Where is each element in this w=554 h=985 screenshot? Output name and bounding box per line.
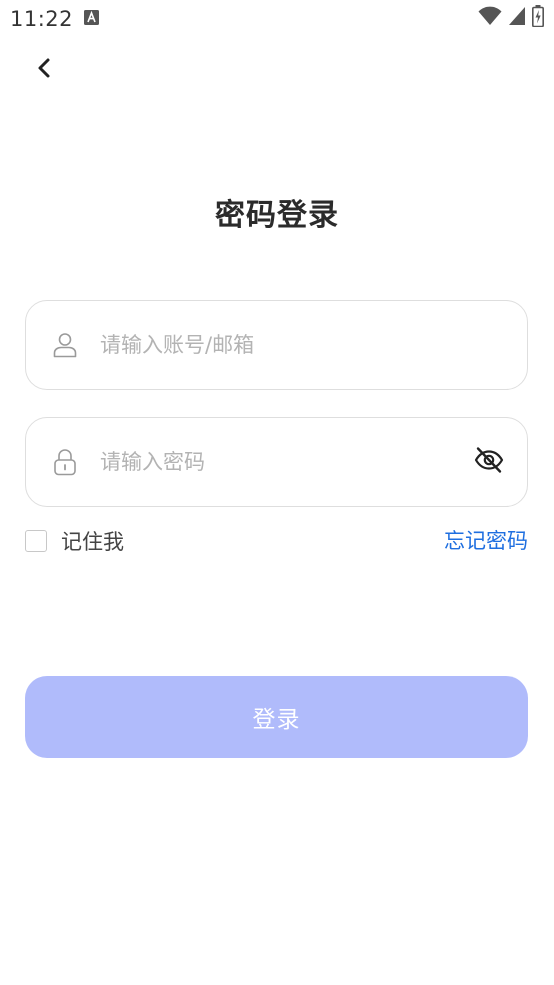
a-notification-icon <box>84 10 99 25</box>
remember-me-checkbox[interactable] <box>25 530 47 552</box>
eye-off-icon <box>474 446 504 478</box>
account-field[interactable] <box>25 300 528 390</box>
login-button[interactable]: 登录 <box>25 676 528 758</box>
chevron-left-icon <box>36 57 52 83</box>
forgot-password-link[interactable]: 忘记密码 <box>444 526 528 556</box>
status-icons <box>478 5 544 31</box>
remember-me-label: 记住我 <box>61 530 124 554</box>
page-title: 密码登录 <box>215 198 339 233</box>
login-options-row: 记住我 忘记密码 <box>25 526 528 556</box>
wifi-icon <box>478 6 502 30</box>
signal-icon <box>508 6 526 30</box>
remember-me-option[interactable]: 记住我 <box>25 526 124 556</box>
password-visibility-toggle[interactable] <box>473 446 505 478</box>
password-field[interactable] <box>25 417 528 507</box>
status-time: 11:22 <box>10 7 74 31</box>
account-input[interactable] <box>100 325 457 365</box>
battery-charging-icon <box>532 5 544 31</box>
user-icon <box>52 331 78 359</box>
back-button[interactable] <box>28 54 60 86</box>
password-input[interactable] <box>100 442 457 482</box>
lock-icon <box>52 448 78 476</box>
login-screen: 11:22 密码登录 请输入账号/邮箱 记住我 忘记密码 登录 <box>0 0 554 985</box>
status-bar: 11:22 <box>0 0 554 36</box>
